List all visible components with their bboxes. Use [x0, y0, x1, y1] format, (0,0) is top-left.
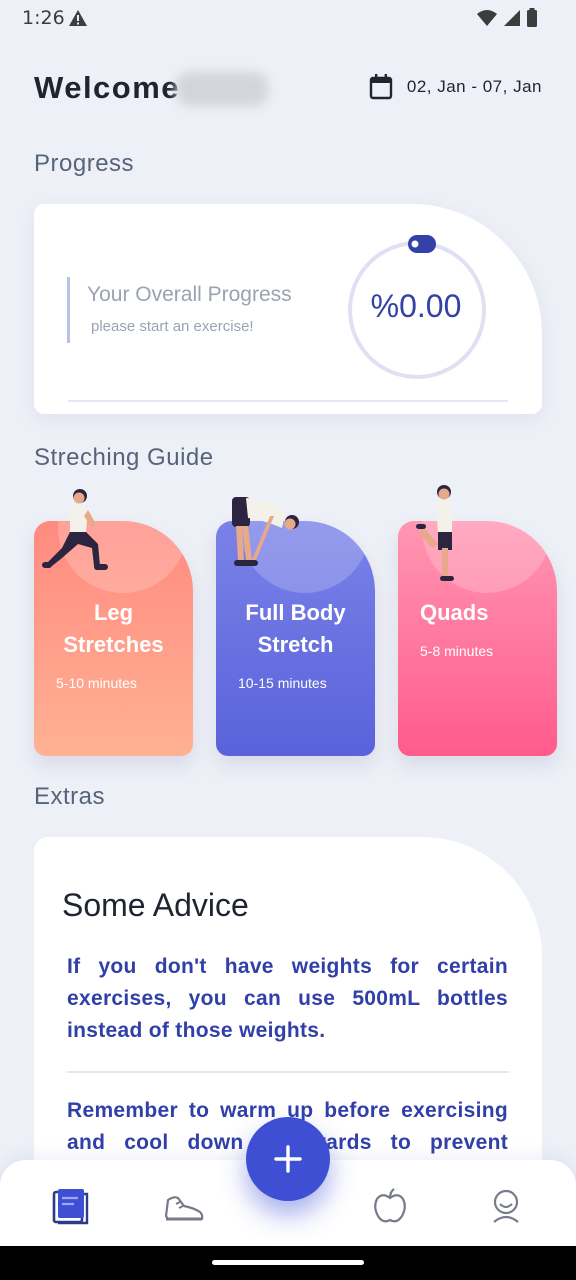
status-bar: 1:26	[0, 0, 576, 36]
shoe-icon	[164, 1196, 204, 1221]
advice-text-1: If you don't have weights for certain ex…	[67, 955, 508, 1042]
username-redacted	[176, 72, 268, 106]
plus-icon	[274, 1145, 302, 1173]
progress-section-title: Progress	[34, 150, 135, 177]
progress-divider	[68, 400, 508, 402]
guide-card-time: 10-15 minutes	[238, 675, 327, 691]
guide-card-time: 5-10 minutes	[56, 675, 137, 691]
nav-nutrition[interactable]	[366, 1182, 414, 1230]
add-button[interactable]	[246, 1117, 330, 1201]
extras-section-title: Extras	[34, 783, 106, 810]
progress-value: %0.00	[370, 288, 462, 324]
progress-card[interactable]: Your Overall Progress please start an ex…	[34, 204, 542, 414]
date-range-picker[interactable]: 02, Jan - 07, Jan	[369, 74, 542, 100]
progress-title: Your Overall Progress	[87, 283, 292, 306]
quad-stretch-figure-illustration	[416, 485, 454, 581]
calendar-icon	[369, 74, 393, 100]
journal-icon	[52, 1189, 89, 1225]
guide-section-title: Streching Guide	[34, 444, 214, 471]
guide-card-title: Full Body Stretch	[245, 600, 346, 657]
welcome-title: Welcome	[34, 70, 181, 105]
nav-profile[interactable]	[482, 1182, 530, 1230]
apple-icon	[374, 1188, 406, 1223]
nav-workouts[interactable]	[160, 1182, 208, 1230]
status-icons	[476, 8, 538, 27]
progress-subtitle: please start an exercise!	[91, 318, 254, 335]
home-indicator[interactable]	[212, 1260, 364, 1265]
wifi-icon	[477, 9, 497, 26]
battery-icon	[527, 8, 537, 27]
guide-card-time: 5-8 minutes	[420, 643, 494, 659]
advice-title: Some Advice	[62, 887, 249, 923]
profile-icon	[493, 1189, 519, 1223]
signal-icon	[504, 9, 520, 26]
guide-card-title: Leg Stretches	[63, 600, 164, 657]
forward-bend-figure-illustration	[232, 497, 299, 566]
advice-divider	[67, 1071, 509, 1073]
progress-accent-bar	[67, 277, 70, 343]
nav-journal[interactable]	[46, 1182, 94, 1230]
system-navigation-bar	[0, 1246, 576, 1280]
guide-card-title: Quads	[420, 600, 489, 625]
header: Welcome 02, Jan - 07, Jan	[34, 66, 542, 110]
date-range-text: 02, Jan - 07, Jan	[406, 77, 542, 96]
warning-icon	[69, 10, 87, 26]
status-time: 1:26	[22, 7, 65, 29]
lunge-figure-illustration	[42, 489, 108, 570]
